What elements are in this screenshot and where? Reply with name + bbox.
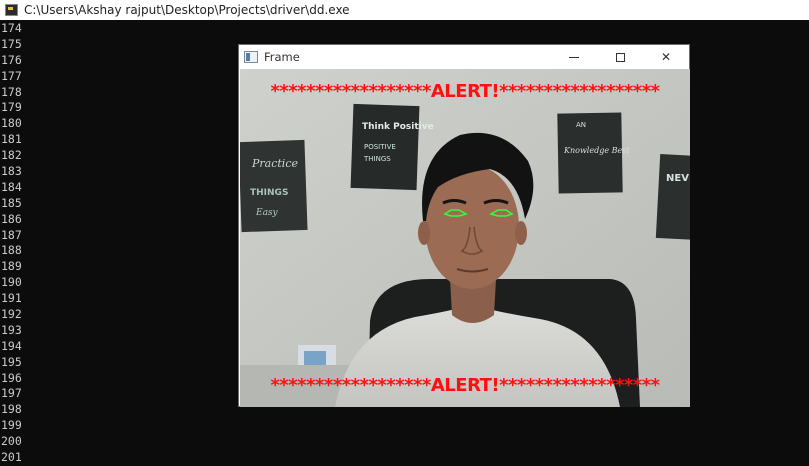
console-line: 183 [1, 164, 22, 179]
poster-far-right: NEV [655, 154, 690, 240]
console-line: 181 [1, 132, 22, 147]
poster-right-text: Knowledge Best [563, 146, 630, 155]
console-line: 200 [1, 434, 22, 449]
minimize-icon [569, 56, 579, 58]
console-line: 191 [1, 291, 22, 306]
console-output: 174 175 176 177 178 179 180 181 182 183 184 185 186 1… [1, 21, 61, 466]
console-line: 196 [1, 370, 22, 385]
console-line: 188 [1, 243, 22, 258]
webcam-scene: Practice THINGS Easy Think Positive POSI… [240, 69, 690, 407]
maximize-button[interactable] [597, 45, 643, 69]
console-line: 178 [1, 84, 22, 99]
poster-left-text: Practice [251, 157, 298, 170]
console-line: 201 [1, 450, 22, 465]
minimize-button[interactable] [551, 45, 597, 69]
frame-title: Frame [264, 50, 300, 64]
console-line: 184 [1, 179, 22, 194]
alert-banner-bottom: ******************ALERT!****************… [270, 375, 660, 396]
console-line: 195 [1, 354, 22, 369]
console-line: 192 [1, 307, 22, 322]
poster-far-right-text: NEV [666, 173, 689, 184]
close-icon: ✕ [660, 50, 672, 64]
console-line: 190 [1, 275, 22, 290]
console-line: 189 [1, 259, 22, 274]
poster-center-text: Think Positive [362, 122, 434, 132]
svg-text:THINGS: THINGS [250, 188, 288, 198]
frame-window[interactable]: Frame ✕ Practice THINGS Easy Think Posit… [238, 44, 690, 407]
poster-left: Practice THINGS Easy [240, 139, 308, 233]
frame-app-icon [244, 51, 258, 63]
console-line: 175 [1, 36, 22, 51]
svg-text:AN: AN [576, 121, 586, 129]
console-line: 179 [1, 100, 22, 115]
console-line: 177 [1, 68, 22, 83]
console-line: 176 [1, 52, 22, 67]
console-line: 193 [1, 322, 22, 337]
console-line: 174 [1, 21, 22, 35]
webcam-video-feed: Practice THINGS Easy Think Positive POSI… [240, 69, 690, 407]
console-line: 187 [1, 227, 22, 242]
console-line: 199 [1, 418, 22, 433]
console-titlebar[interactable]: C:\Users\Akshay rajput\Desktop\Projects\… [0, 0, 809, 20]
poster-right: AN Knowledge Best [557, 112, 630, 194]
svg-text:Easy: Easy [255, 208, 279, 218]
console-app-icon [5, 4, 18, 16]
maximize-icon [615, 52, 625, 62]
svg-text:POSITIVE: POSITIVE [364, 143, 396, 151]
console-line: 198 [1, 402, 22, 417]
close-button[interactable]: ✕ [643, 45, 689, 69]
console-line: 182 [1, 148, 22, 163]
console-title: C:\Users\Akshay rajput\Desktop\Projects\… [24, 3, 350, 17]
console-line: 194 [1, 338, 22, 353]
console-line: 197 [1, 386, 22, 401]
frame-titlebar[interactable]: Frame ✕ [239, 45, 689, 69]
console-line: 186 [1, 211, 22, 226]
alert-banner-top: ******************ALERT!****************… [270, 81, 660, 102]
console-line: 180 [1, 116, 22, 131]
svg-text:THINGS: THINGS [363, 155, 391, 163]
console-line: 185 [1, 195, 22, 210]
